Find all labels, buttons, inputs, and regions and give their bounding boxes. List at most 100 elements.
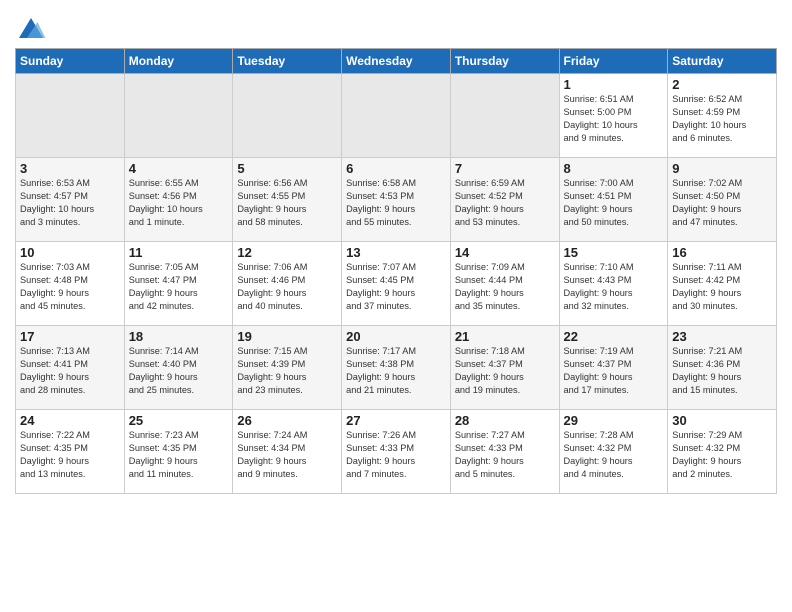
day-number: 1 — [564, 77, 664, 92]
day-number: 13 — [346, 245, 446, 260]
day-detail: Sunrise: 6:59 AM Sunset: 4:52 PM Dayligh… — [455, 177, 555, 229]
calendar-cell: 17Sunrise: 7:13 AM Sunset: 4:41 PM Dayli… — [16, 326, 125, 410]
day-number: 24 — [20, 413, 120, 428]
day-detail: Sunrise: 6:56 AM Sunset: 4:55 PM Dayligh… — [237, 177, 337, 229]
calendar-cell: 30Sunrise: 7:29 AM Sunset: 4:32 PM Dayli… — [668, 410, 777, 494]
day-number: 15 — [564, 245, 664, 260]
calendar-cell: 8Sunrise: 7:00 AM Sunset: 4:51 PM Daylig… — [559, 158, 668, 242]
header — [15, 10, 777, 42]
day-detail: Sunrise: 7:06 AM Sunset: 4:46 PM Dayligh… — [237, 261, 337, 313]
day-detail: Sunrise: 7:05 AM Sunset: 4:47 PM Dayligh… — [129, 261, 229, 313]
day-number: 23 — [672, 329, 772, 344]
day-number: 30 — [672, 413, 772, 428]
day-number: 18 — [129, 329, 229, 344]
day-detail: Sunrise: 7:03 AM Sunset: 4:48 PM Dayligh… — [20, 261, 120, 313]
day-detail: Sunrise: 7:14 AM Sunset: 4:40 PM Dayligh… — [129, 345, 229, 397]
logo — [15, 14, 51, 42]
day-number: 29 — [564, 413, 664, 428]
page: SundayMondayTuesdayWednesdayThursdayFrid… — [0, 0, 792, 504]
calendar-cell: 26Sunrise: 7:24 AM Sunset: 4:34 PM Dayli… — [233, 410, 342, 494]
calendar-cell: 6Sunrise: 6:58 AM Sunset: 4:53 PM Daylig… — [342, 158, 451, 242]
day-detail: Sunrise: 6:58 AM Sunset: 4:53 PM Dayligh… — [346, 177, 446, 229]
calendar-cell: 12Sunrise: 7:06 AM Sunset: 4:46 PM Dayli… — [233, 242, 342, 326]
calendar-cell: 28Sunrise: 7:27 AM Sunset: 4:33 PM Dayli… — [450, 410, 559, 494]
day-detail: Sunrise: 7:21 AM Sunset: 4:36 PM Dayligh… — [672, 345, 772, 397]
day-detail: Sunrise: 7:18 AM Sunset: 4:37 PM Dayligh… — [455, 345, 555, 397]
day-detail: Sunrise: 7:17 AM Sunset: 4:38 PM Dayligh… — [346, 345, 446, 397]
day-number: 26 — [237, 413, 337, 428]
week-row-5: 24Sunrise: 7:22 AM Sunset: 4:35 PM Dayli… — [16, 410, 777, 494]
day-detail: Sunrise: 7:00 AM Sunset: 4:51 PM Dayligh… — [564, 177, 664, 229]
calendar-cell — [233, 74, 342, 158]
calendar-cell: 23Sunrise: 7:21 AM Sunset: 4:36 PM Dayli… — [668, 326, 777, 410]
calendar-cell: 22Sunrise: 7:19 AM Sunset: 4:37 PM Dayli… — [559, 326, 668, 410]
calendar-cell: 4Sunrise: 6:55 AM Sunset: 4:56 PM Daylig… — [124, 158, 233, 242]
weekday-header-monday: Monday — [124, 49, 233, 74]
day-number: 20 — [346, 329, 446, 344]
day-number: 16 — [672, 245, 772, 260]
day-number: 25 — [129, 413, 229, 428]
calendar-cell: 15Sunrise: 7:10 AM Sunset: 4:43 PM Dayli… — [559, 242, 668, 326]
calendar-cell: 25Sunrise: 7:23 AM Sunset: 4:35 PM Dayli… — [124, 410, 233, 494]
weekday-header-friday: Friday — [559, 49, 668, 74]
day-detail: Sunrise: 6:51 AM Sunset: 5:00 PM Dayligh… — [564, 93, 664, 145]
calendar-cell — [450, 74, 559, 158]
day-detail: Sunrise: 7:26 AM Sunset: 4:33 PM Dayligh… — [346, 429, 446, 481]
calendar-cell: 5Sunrise: 6:56 AM Sunset: 4:55 PM Daylig… — [233, 158, 342, 242]
day-detail: Sunrise: 7:23 AM Sunset: 4:35 PM Dayligh… — [129, 429, 229, 481]
day-detail: Sunrise: 6:55 AM Sunset: 4:56 PM Dayligh… — [129, 177, 229, 229]
weekday-header-tuesday: Tuesday — [233, 49, 342, 74]
day-number: 19 — [237, 329, 337, 344]
calendar-cell: 24Sunrise: 7:22 AM Sunset: 4:35 PM Dayli… — [16, 410, 125, 494]
calendar-cell: 3Sunrise: 6:53 AM Sunset: 4:57 PM Daylig… — [16, 158, 125, 242]
day-number: 14 — [455, 245, 555, 260]
calendar-cell — [342, 74, 451, 158]
calendar-cell: 21Sunrise: 7:18 AM Sunset: 4:37 PM Dayli… — [450, 326, 559, 410]
calendar-cell: 14Sunrise: 7:09 AM Sunset: 4:44 PM Dayli… — [450, 242, 559, 326]
day-detail: Sunrise: 7:29 AM Sunset: 4:32 PM Dayligh… — [672, 429, 772, 481]
day-number: 9 — [672, 161, 772, 176]
day-detail: Sunrise: 7:15 AM Sunset: 4:39 PM Dayligh… — [237, 345, 337, 397]
day-number: 10 — [20, 245, 120, 260]
calendar-cell: 11Sunrise: 7:05 AM Sunset: 4:47 PM Dayli… — [124, 242, 233, 326]
day-detail: Sunrise: 7:24 AM Sunset: 4:34 PM Dayligh… — [237, 429, 337, 481]
calendar-cell: 29Sunrise: 7:28 AM Sunset: 4:32 PM Dayli… — [559, 410, 668, 494]
day-number: 8 — [564, 161, 664, 176]
day-detail: Sunrise: 6:53 AM Sunset: 4:57 PM Dayligh… — [20, 177, 120, 229]
day-number: 2 — [672, 77, 772, 92]
day-detail: Sunrise: 7:19 AM Sunset: 4:37 PM Dayligh… — [564, 345, 664, 397]
day-number: 17 — [20, 329, 120, 344]
day-detail: Sunrise: 7:07 AM Sunset: 4:45 PM Dayligh… — [346, 261, 446, 313]
calendar-cell: 9Sunrise: 7:02 AM Sunset: 4:50 PM Daylig… — [668, 158, 777, 242]
logo-icon — [15, 14, 47, 42]
day-number: 27 — [346, 413, 446, 428]
day-detail: Sunrise: 7:11 AM Sunset: 4:42 PM Dayligh… — [672, 261, 772, 313]
day-detail: Sunrise: 7:22 AM Sunset: 4:35 PM Dayligh… — [20, 429, 120, 481]
calendar-cell: 16Sunrise: 7:11 AM Sunset: 4:42 PM Dayli… — [668, 242, 777, 326]
calendar-cell — [16, 74, 125, 158]
calendar-cell: 13Sunrise: 7:07 AM Sunset: 4:45 PM Dayli… — [342, 242, 451, 326]
day-detail: Sunrise: 7:13 AM Sunset: 4:41 PM Dayligh… — [20, 345, 120, 397]
week-row-4: 17Sunrise: 7:13 AM Sunset: 4:41 PM Dayli… — [16, 326, 777, 410]
calendar-cell: 10Sunrise: 7:03 AM Sunset: 4:48 PM Dayli… — [16, 242, 125, 326]
day-detail: Sunrise: 7:10 AM Sunset: 4:43 PM Dayligh… — [564, 261, 664, 313]
day-number: 11 — [129, 245, 229, 260]
calendar-table: SundayMondayTuesdayWednesdayThursdayFrid… — [15, 48, 777, 494]
calendar-cell: 20Sunrise: 7:17 AM Sunset: 4:38 PM Dayli… — [342, 326, 451, 410]
weekday-header-thursday: Thursday — [450, 49, 559, 74]
calendar-cell: 19Sunrise: 7:15 AM Sunset: 4:39 PM Dayli… — [233, 326, 342, 410]
day-number: 5 — [237, 161, 337, 176]
day-detail: Sunrise: 7:27 AM Sunset: 4:33 PM Dayligh… — [455, 429, 555, 481]
day-number: 28 — [455, 413, 555, 428]
week-row-1: 1Sunrise: 6:51 AM Sunset: 5:00 PM Daylig… — [16, 74, 777, 158]
day-number: 3 — [20, 161, 120, 176]
day-number: 22 — [564, 329, 664, 344]
calendar-cell: 7Sunrise: 6:59 AM Sunset: 4:52 PM Daylig… — [450, 158, 559, 242]
day-number: 12 — [237, 245, 337, 260]
day-number: 4 — [129, 161, 229, 176]
day-detail: Sunrise: 7:28 AM Sunset: 4:32 PM Dayligh… — [564, 429, 664, 481]
day-number: 6 — [346, 161, 446, 176]
calendar-cell: 2Sunrise: 6:52 AM Sunset: 4:59 PM Daylig… — [668, 74, 777, 158]
calendar-cell: 18Sunrise: 7:14 AM Sunset: 4:40 PM Dayli… — [124, 326, 233, 410]
weekday-header-row: SundayMondayTuesdayWednesdayThursdayFrid… — [16, 49, 777, 74]
